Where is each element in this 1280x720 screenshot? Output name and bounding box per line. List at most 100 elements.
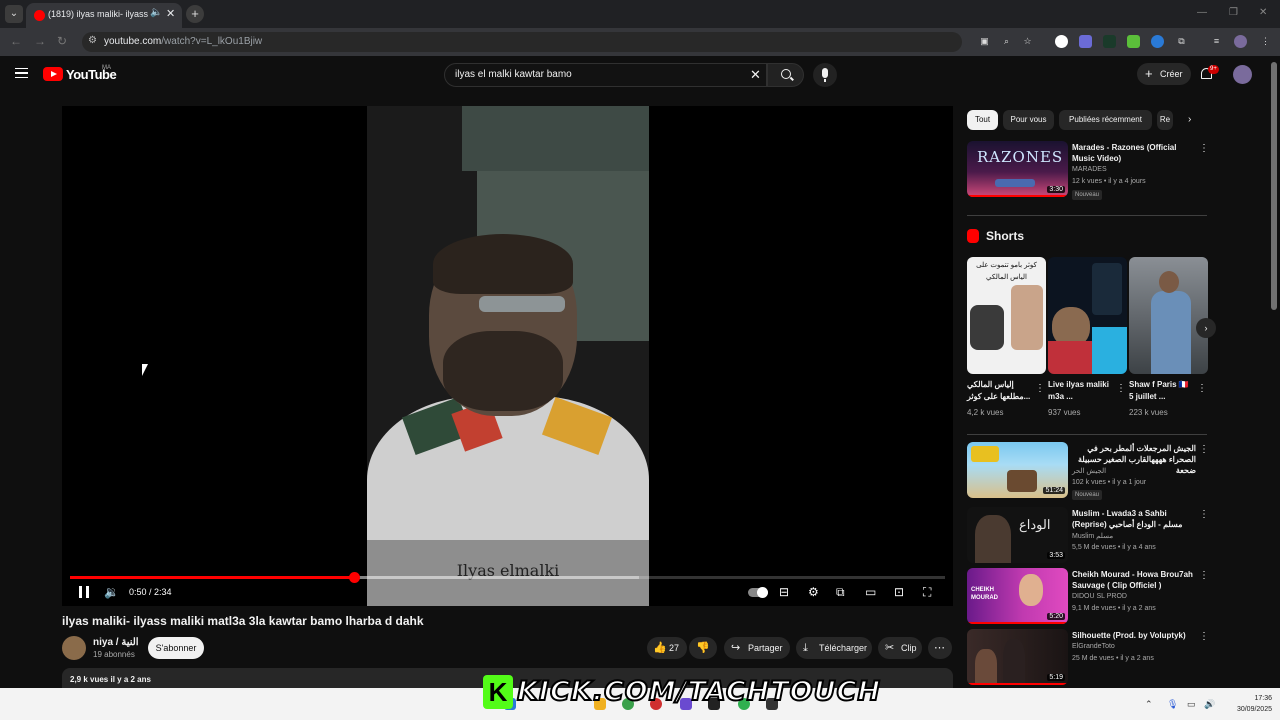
share-button[interactable]: ↪ Partager	[724, 637, 790, 659]
more-vertical-icon[interactable]: ⋮	[1116, 383, 1126, 394]
recommendation-title[interactable]: Marades - Razones (Official Music Video)	[1072, 142, 1196, 164]
chevron-right-icon[interactable]: ›	[1188, 114, 1191, 125]
back-arrow-icon[interactable]: ←	[10, 34, 22, 48]
chip-all[interactable]: Tout	[967, 110, 998, 130]
extension-icon[interactable]	[1103, 35, 1116, 48]
clock[interactable]: 17:36 30/09/2025	[1226, 693, 1272, 715]
search-button[interactable]	[767, 63, 804, 87]
youtube-logo-icon[interactable]	[43, 67, 63, 81]
clear-search-icon[interactable]: ✕	[750, 67, 761, 83]
miniplayer-icon[interactable]: ⧉	[836, 585, 845, 600]
short-thumbnail[interactable]	[1129, 257, 1208, 374]
video-thumbnail[interactable]: 5:19	[967, 629, 1068, 685]
bookmark-star-icon[interactable]: ☆	[1021, 35, 1034, 48]
voice-search-icon[interactable]	[813, 63, 837, 87]
short-thumbnail[interactable]	[1048, 257, 1127, 374]
menu-hamburger-icon[interactable]	[15, 68, 28, 78]
account-avatar[interactable]	[1233, 65, 1252, 84]
more-vertical-icon[interactable]: ⋮	[1035, 383, 1045, 394]
more-vertical-icon[interactable]: ⋮	[1199, 631, 1209, 642]
more-vertical-icon[interactable]: ⋮	[1199, 509, 1209, 520]
search-query[interactable]: ilyas el malki kawtar bamo	[455, 69, 572, 80]
theater-mode-icon[interactable]: ▭	[865, 585, 876, 599]
extension-icon[interactable]	[1127, 35, 1140, 48]
tab-search-button[interactable]: ⌄	[5, 5, 23, 23]
channel-name[interactable]: niya / النية	[93, 637, 139, 648]
reload-icon[interactable]: ↻	[57, 34, 67, 48]
cast-icon[interactable]: ⊡	[894, 585, 904, 599]
new-tab-button[interactable]: +	[186, 5, 204, 23]
shorts-next-arrow-icon[interactable]: ›	[1196, 318, 1216, 338]
video-thumbnail[interactable]: 51:24	[967, 442, 1068, 498]
short-title[interactable]: Shaw f Paris 🇫🇷 5 juillet ...	[1129, 379, 1195, 403]
network-icon[interactable]: ▭	[1187, 699, 1196, 710]
recommendation-title[interactable]: Cheikh Mourad - Howa Brou7ah Sauvage ( C…	[1072, 569, 1196, 591]
forward-arrow-icon[interactable]: →	[34, 34, 46, 48]
volume-icon[interactable]: 🔉	[104, 585, 119, 599]
minimize-icon[interactable]: —	[1197, 7, 1207, 18]
dislike-button[interactable]: 👎	[689, 637, 717, 659]
more-vertical-icon[interactable]: ⋮	[1197, 383, 1207, 394]
more-vertical-icon[interactable]: ⋮	[1199, 143, 1209, 154]
progress-bar[interactable]	[70, 572, 945, 583]
more-vertical-icon[interactable]: ⋮	[1199, 444, 1209, 455]
extension-icon[interactable]	[1079, 35, 1092, 48]
chip-for-you[interactable]: Pour vous	[1003, 110, 1054, 130]
channel-avatar[interactable]	[62, 636, 86, 660]
close-tab-icon[interactable]: ✕	[166, 7, 175, 20]
browser-tab[interactable]: (1819) ilyas maliki- ilyass m 🔈 ✕	[26, 3, 182, 28]
chip-partial[interactable]: Re	[1157, 110, 1173, 130]
short-title[interactable]: إلياس المالكي مطلعها على كوثر...	[967, 379, 1033, 403]
video-thumbnail[interactable]: RAZONES 3:30	[967, 141, 1068, 197]
download-button[interactable]: ⤓ Télécharger	[796, 637, 872, 659]
list-item[interactable]: 5:19 Silhouette (Prod. by Voluptyk) ElGr…	[967, 629, 1209, 687]
recommendation-title[interactable]: Muslim - Lwada3 a Sahbi (Reprise) مسلم -…	[1072, 508, 1196, 530]
autoplay-toggle[interactable]	[748, 587, 768, 598]
create-button[interactable]: + Créer	[1137, 63, 1191, 85]
recommendation-channel[interactable]: Muslim مسلم	[1072, 532, 1113, 540]
clip-button[interactable]: ✂ Clip	[878, 637, 922, 659]
extensions-puzzle-icon[interactable]: ⧉	[1175, 35, 1188, 48]
profile-avatar-icon[interactable]	[1234, 35, 1247, 48]
video-thumbnail[interactable]: CHEIKH MOURAD 5:20	[967, 568, 1068, 624]
recommendation-title[interactable]: Silhouette (Prod. by Voluptyk)	[1072, 630, 1196, 641]
video-thumbnail[interactable]: الوداع 3:53	[967, 507, 1068, 563]
search-input[interactable]: ilyas el malki kawtar bamo ✕	[444, 63, 767, 87]
recommendation-channel[interactable]: الجيش الحر	[1072, 467, 1106, 475]
scrubber-handle[interactable]	[349, 572, 361, 583]
speaker-icon[interactable]: 🔊	[1204, 699, 1215, 710]
recommendation-channel[interactable]: DIDOU SL PROD	[1072, 593, 1127, 600]
short-title[interactable]: Live ilyas maliki m3a ...	[1048, 379, 1114, 403]
extension-icon[interactable]	[1151, 35, 1164, 48]
speaker-icon[interactable]: 🔈	[150, 7, 162, 18]
cast-tab-icon[interactable]: ▣	[978, 35, 991, 48]
maximize-icon[interactable]: ❐	[1229, 7, 1238, 18]
zoom-icon[interactable]: ⌕	[1000, 35, 1013, 48]
window-close-icon[interactable]: ✕	[1259, 7, 1267, 18]
recommendation-channel[interactable]: ElGrandeToto	[1072, 643, 1115, 650]
reading-list-icon[interactable]: ≡	[1210, 35, 1223, 48]
settings-gear-icon[interactable]: ⚙	[808, 585, 819, 599]
subscribe-button[interactable]: S'abonner	[148, 637, 204, 659]
list-item[interactable]: CHEIKH MOURAD 5:20 Cheikh Mourad - Howa …	[967, 568, 1209, 626]
recommendation-channel[interactable]: MARADES	[1072, 166, 1107, 173]
tray-chevron-icon[interactable]: ⌃	[1145, 699, 1153, 710]
browser-menu-icon[interactable]: ⋮	[1259, 35, 1272, 48]
fullscreen-icon[interactable]: ⛶	[923, 585, 931, 600]
video-player[interactable]: Ilyas elmalki 🔉 0:50 / 2:34 ⊟ ⚙ ⧉ ▭ ⊡ ⛶	[62, 106, 953, 606]
short-thumbnail[interactable]: كوثر بامو تتموت على الياس المالكي	[967, 257, 1046, 374]
list-item[interactable]: RAZONES 3:30 Marades - Razones (Official…	[967, 141, 1209, 200]
microphone-icon[interactable]: 🎙	[1167, 699, 1178, 710]
list-item[interactable]: الوداع 3:53 Muslim - Lwada3 a Sahbi (Rep…	[967, 507, 1209, 565]
page-scrollbar[interactable]	[1271, 62, 1277, 310]
extension-icon[interactable]	[1055, 35, 1068, 48]
chip-recent[interactable]: Publiées récemment	[1059, 110, 1152, 130]
url-field[interactable]: ⚙ youtube.com/watch?v=L_lkOu1Bjiw	[82, 32, 962, 52]
site-info-icon[interactable]: ⚙	[88, 35, 97, 46]
subtitles-icon[interactable]: ⊟	[779, 585, 789, 599]
list-item[interactable]: 51:24 الجيش المرجعلات ألمطر بحر في الصحر…	[967, 442, 1209, 500]
more-vertical-icon[interactable]: ⋮	[1199, 570, 1209, 581]
more-actions-button[interactable]: ⋯	[928, 637, 952, 659]
like-button[interactable]: 👍 27	[647, 637, 687, 659]
pause-icon[interactable]	[79, 586, 89, 598]
